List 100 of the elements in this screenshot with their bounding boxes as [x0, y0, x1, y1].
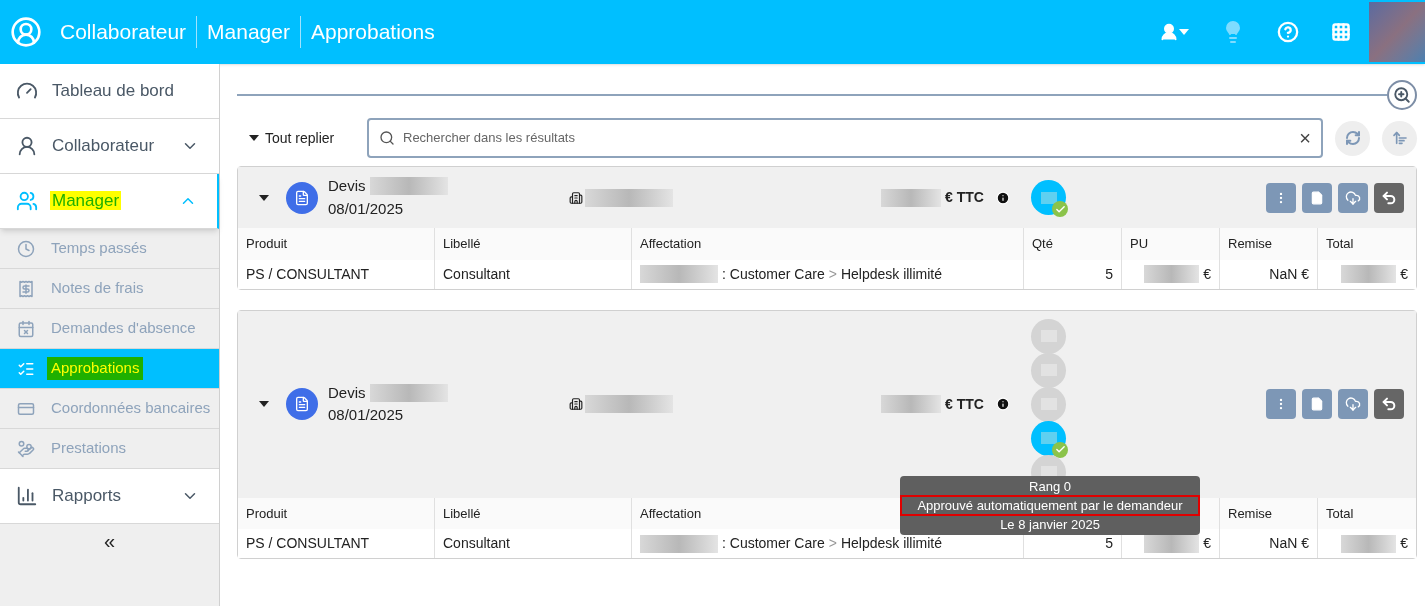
menu-label: Tableau de bord — [51, 81, 175, 101]
separator-text: > — [828, 534, 837, 553]
amount-suffix: € TTC — [945, 394, 984, 414]
menu-label: Prestations — [50, 438, 128, 459]
menu-icon — [16, 135, 38, 157]
table-cell-text: Helpdesk illimité — [840, 264, 943, 284]
sidebar-item[interactable]: Rapports — [0, 469, 219, 524]
menu-label: Approbations — [47, 357, 144, 380]
menu-label: Collaborateur — [51, 136, 156, 156]
zoom-in-icon[interactable] — [1387, 80, 1417, 110]
caret-icon — [1179, 29, 1189, 35]
user-circle-icon[interactable] — [10, 16, 42, 48]
collapse-all-button[interactable]: Tout replier — [237, 127, 355, 149]
magnifier-plus-icon — [1393, 86, 1411, 104]
table-cell: 5 — [1023, 259, 1121, 289]
menu-label: Demandes d'absence — [50, 318, 197, 339]
cloud-download-icon — [1345, 189, 1361, 206]
caret-icon[interactable] — [258, 193, 270, 202]
sidebar-item[interactable]: Collaborateur — [0, 119, 219, 174]
tooltip-line: Rang 0 — [1028, 477, 1072, 495]
table-cell-text: PS / CONSULTANT — [245, 264, 371, 284]
quote-date: 08/01/2025 — [328, 198, 405, 219]
more-button[interactable] — [1266, 182, 1296, 213]
breadcrumb-item[interactable]: Approbations — [299, 16, 445, 48]
table-cell-text: : Customer Care — [722, 264, 825, 284]
table-cell-text: : Customer Care — [722, 534, 825, 553]
refresh-button[interactable] — [1335, 120, 1370, 156]
table-cell-text: € — [1203, 264, 1211, 284]
info-icon[interactable] — [995, 397, 1010, 411]
table-cell: Consultant — [434, 529, 631, 558]
caret-icon — [249, 135, 259, 141]
column-header: Produit — [245, 504, 289, 523]
column-header: Produit — [245, 235, 289, 253]
menu-icon — [17, 239, 35, 258]
apps-grid-icon[interactable] — [1331, 22, 1351, 42]
column-header: Qté — [1023, 228, 1121, 260]
table-cell-text: € — [1203, 534, 1211, 553]
sort-icon — [1391, 130, 1408, 146]
table-cell-text: € — [1400, 534, 1408, 553]
more-button[interactable] — [1266, 389, 1296, 419]
sort-button[interactable] — [1382, 120, 1417, 156]
separator-text: > — [828, 264, 837, 284]
breadcrumb-item[interactable]: Collaborateur — [50, 16, 197, 48]
menu-icon — [16, 190, 38, 212]
document-icon — [1310, 190, 1324, 205]
menu-icon — [16, 485, 38, 507]
building-icon — [569, 397, 583, 411]
page-icon — [294, 396, 310, 412]
quote-date: 08/01/2025 — [328, 405, 405, 425]
building-icon — [569, 190, 583, 205]
column-header: Libellé — [434, 228, 631, 260]
column-header: PU — [1121, 228, 1219, 260]
clear-search-button[interactable]: × — [1299, 128, 1311, 148]
column-header: Total — [1317, 228, 1416, 260]
undo-button[interactable] — [1374, 389, 1404, 419]
quote-title: Devis — [328, 176, 366, 196]
info-icon[interactable] — [995, 190, 1010, 205]
search-icon — [379, 130, 395, 146]
menu-label: Coordonnées bancaires — [50, 398, 212, 419]
collapse-sidebar-button[interactable]: « — [0, 524, 219, 558]
sidebar-subitem[interactable]: Approbations — [0, 349, 219, 389]
cloud-download-icon — [1345, 396, 1361, 412]
search-field[interactable]: Rechercher dans les résultats × — [367, 118, 1323, 158]
column-header: Affectation — [631, 228, 1023, 260]
menu-icon — [17, 319, 35, 338]
download-button[interactable] — [1338, 182, 1368, 213]
help-icon[interactable] — [1277, 21, 1299, 43]
table-cell: NaN € — [1219, 529, 1317, 558]
page-icon — [294, 189, 310, 206]
undo-arrow-icon — [1381, 396, 1397, 412]
undo-button[interactable] — [1374, 182, 1404, 213]
redacted-block — [881, 395, 941, 413]
sidebar-item[interactable]: Manager — [0, 174, 219, 229]
document-button[interactable] — [1302, 389, 1332, 419]
redacted-block — [1144, 265, 1200, 283]
menu-label: Rapports — [51, 486, 122, 506]
menu-icon — [17, 439, 35, 458]
menu-icon — [17, 279, 35, 298]
table-cell: Consultant — [434, 259, 631, 289]
redacted-block — [1341, 534, 1397, 553]
column-header: Remise — [1219, 228, 1317, 260]
menu-label: Notes de frais — [50, 278, 145, 299]
table-cell-text: € — [1400, 264, 1408, 284]
document-button[interactable] — [1302, 182, 1332, 213]
quote-title: Devis — [328, 382, 366, 403]
document-icon — [1310, 397, 1324, 411]
menu-label: Manager — [50, 191, 122, 211]
download-button[interactable] — [1338, 389, 1368, 419]
amount-suffix: € TTC — [945, 188, 984, 207]
sidebar-item[interactable]: Tableau de bord — [0, 64, 219, 119]
user-menu-icon[interactable] — [1159, 22, 1189, 42]
undo-arrow-icon — [1381, 189, 1397, 206]
breadcrumb-item[interactable]: Manager — [196, 16, 300, 48]
table-cell-text: Helpdesk illimité — [840, 534, 943, 553]
redacted-block — [881, 188, 941, 207]
menu-label: Temps passés — [50, 238, 148, 259]
refresh-icon — [1344, 130, 1361, 146]
redacted-block — [1341, 265, 1397, 283]
table-cell: NaN € — [1219, 259, 1317, 289]
caret-icon[interactable] — [258, 400, 270, 408]
